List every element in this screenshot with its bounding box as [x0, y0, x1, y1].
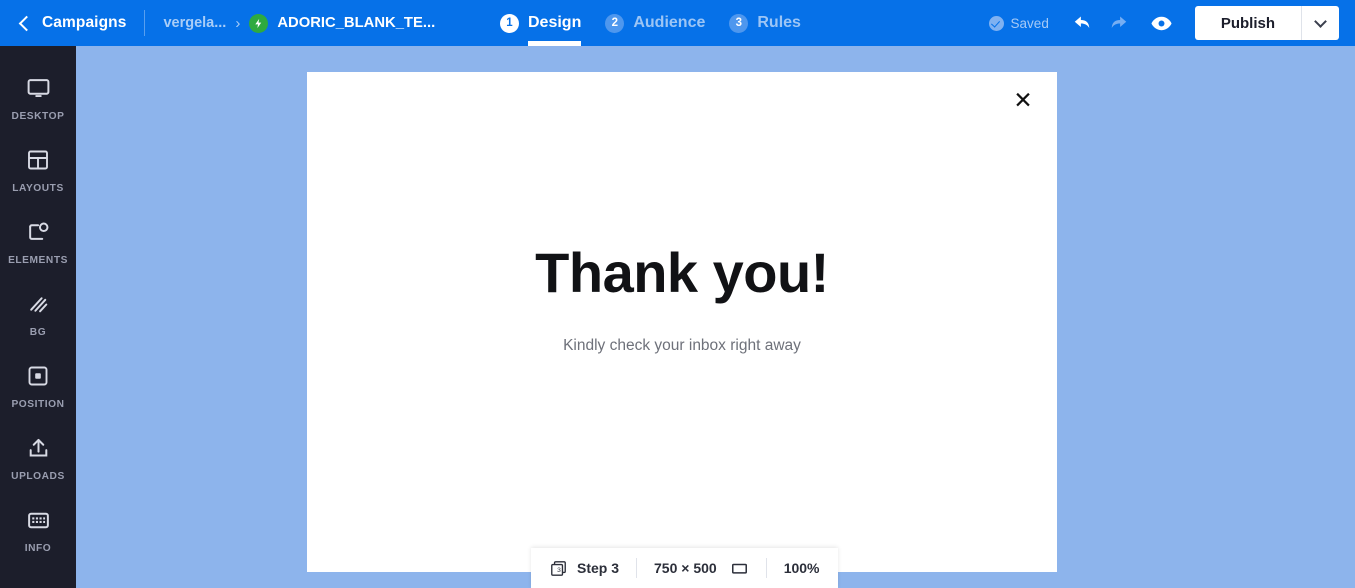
close-x-icon[interactable]: ✕	[1008, 86, 1038, 116]
canvas-dimensions[interactable]: 750 × 500	[654, 559, 749, 578]
position-square-icon	[26, 362, 50, 390]
breadcrumb-divider	[144, 10, 146, 36]
status-divider	[765, 558, 767, 578]
sidebar-item-label: BG	[29, 327, 47, 338]
sidebar-item-label: DESKTOP	[11, 111, 65, 122]
step-audience[interactable]: 2 Audience	[605, 0, 705, 46]
sidebar-item-elements[interactable]: ELEMENTS	[0, 206, 76, 278]
sidebar-item-label: LAYOUTS	[12, 183, 64, 194]
undo-arrow-icon[interactable]	[1067, 8, 1101, 38]
step-label: Audience	[633, 14, 706, 31]
svg-text:3: 3	[557, 566, 561, 573]
canvas-status-bar: 3 Step 3 750 × 500 100%	[531, 548, 838, 588]
left-sidebar: DESKTOP LAYOUTS ELEMENTS BG POSITION UPL…	[0, 46, 76, 588]
sidebar-item-label: POSITION	[11, 399, 65, 410]
elements-shapes-icon	[26, 218, 51, 246]
rectangle-resize-icon[interactable]	[730, 559, 749, 578]
check-circle-icon	[988, 15, 1004, 31]
step-label: Design	[528, 14, 582, 31]
sidebar-item-bg[interactable]: BG	[0, 278, 76, 350]
top-bar: Campaigns vergela... › ADORIC_BLANK_TE..…	[0, 0, 1355, 46]
sidebar-item-info[interactable]: INFO	[0, 494, 76, 566]
status-badge-saved: Saved	[988, 15, 1049, 31]
editor-canvas[interactable]: ✕ Thank you! Kindly check your inbox rig…	[76, 46, 1355, 588]
layout-grid-icon	[26, 146, 50, 174]
breadcrumb-campaign-name[interactable]: ADORIC_BLANK_TE...	[277, 15, 435, 31]
step-design[interactable]: 1 Design	[500, 0, 582, 46]
zoom-level-label: 100%	[783, 560, 820, 576]
keyboard-info-icon	[26, 506, 51, 534]
modal-heading[interactable]: Thank you!	[307, 240, 1057, 305]
chevron-down-icon[interactable]	[1301, 6, 1339, 40]
sidebar-item-position[interactable]: POSITION	[0, 350, 76, 422]
diagonal-stripes-icon	[26, 290, 51, 318]
campaigns-link[interactable]: Campaigns	[42, 14, 126, 32]
step-rules[interactable]: 3 Rules	[729, 0, 801, 46]
saved-label: Saved	[1010, 15, 1049, 31]
step-number: 3	[729, 13, 749, 33]
lightning-bolt-icon	[249, 13, 269, 33]
upload-arrow-icon	[26, 434, 51, 462]
monitor-icon	[26, 74, 51, 102]
step-number: 1	[500, 13, 519, 33]
sidebar-item-uploads[interactable]: UPLOADS	[0, 422, 76, 494]
sidebar-item-desktop[interactable]: DESKTOP	[0, 62, 76, 134]
sidebar-item-label: ELEMENTS	[8, 255, 68, 266]
breadcrumb-separator: ›	[235, 14, 241, 32]
breadcrumb: Campaigns vergela... › ADORIC_BLANK_TE..…	[0, 0, 435, 46]
top-bar-actions: Saved Publish	[988, 0, 1355, 46]
sidebar-item-layouts[interactable]: LAYOUTS	[0, 134, 76, 206]
modal-subtext[interactable]: Kindly check your inbox right away	[307, 337, 1057, 355]
step-indicator[interactable]: 3 Step 3	[549, 559, 619, 578]
chevron-left-icon[interactable]	[14, 13, 34, 33]
step-label: Rules	[757, 14, 801, 31]
publish-button-group: Publish	[1194, 6, 1339, 40]
sidebar-item-label: INFO	[24, 543, 52, 554]
publish-button[interactable]: Publish	[1195, 6, 1301, 40]
status-divider	[636, 558, 638, 578]
step-indicator-label: Step 3	[577, 560, 620, 576]
eye-icon[interactable]	[1145, 8, 1179, 38]
step-navigation: 1 Design 2 Audience 3 Rules	[500, 0, 801, 46]
breadcrumb-site[interactable]: vergela...	[163, 15, 226, 31]
undo-redo-group	[1067, 8, 1135, 38]
redo-arrow-icon[interactable]	[1101, 8, 1135, 38]
step-number: 2	[605, 13, 625, 33]
layers-step-icon: 3	[549, 559, 568, 578]
popup-modal-preview[interactable]: ✕ Thank you! Kindly check your inbox rig…	[307, 72, 1057, 572]
dimensions-label: 750 × 500	[654, 560, 717, 576]
sidebar-item-label: UPLOADS	[11, 471, 65, 482]
zoom-level[interactable]: 100%	[784, 560, 820, 576]
